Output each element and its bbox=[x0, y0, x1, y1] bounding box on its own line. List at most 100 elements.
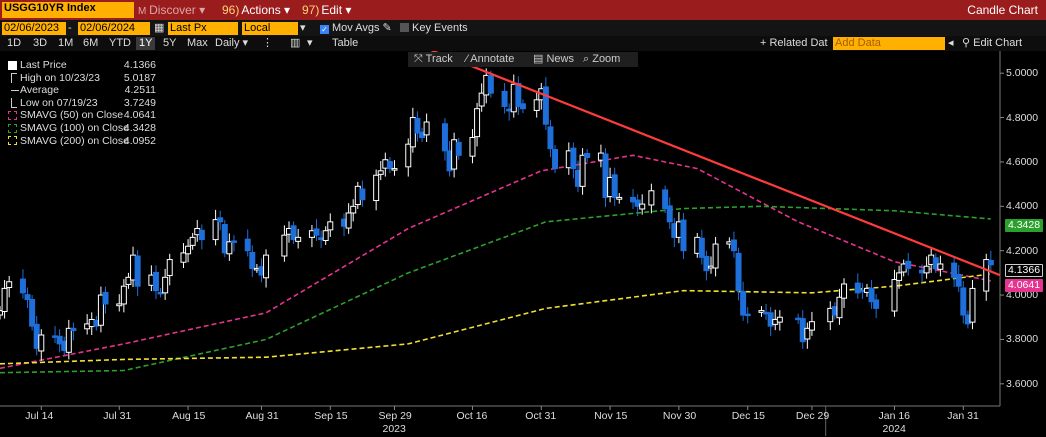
candle-body bbox=[891, 279, 898, 312]
edit-button[interactable]: 97) Edit ▾ bbox=[302, 2, 351, 18]
range-button-5y[interactable]: 5Y bbox=[163, 37, 176, 50]
candle-body bbox=[648, 190, 655, 206]
ticker-field[interactable]: USGG10YR Index bbox=[2, 2, 134, 18]
range-button-1m[interactable]: 1M bbox=[58, 37, 73, 50]
moving-average-line bbox=[0, 154, 991, 370]
calendar-icon[interactable]: ▦ bbox=[154, 22, 164, 35]
key-events-label: Key Events bbox=[412, 22, 468, 34]
candle-body bbox=[937, 263, 944, 270]
candle-body bbox=[230, 240, 237, 243]
candle-body bbox=[19, 278, 26, 294]
related-data-button[interactable]: + Related Dat bbox=[760, 37, 828, 50]
actions-number: 96) bbox=[222, 3, 240, 17]
chevron-down-icon: ▾ bbox=[239, 37, 249, 49]
candle-body bbox=[65, 327, 72, 353]
range-button-6m[interactable]: 6M bbox=[83, 37, 98, 50]
y-tick-label: 3.8000 bbox=[1006, 333, 1039, 346]
period-select[interactable]: Daily ▾ bbox=[215, 37, 248, 50]
table-button[interactable]: Table bbox=[332, 37, 358, 50]
dashed-square-icon bbox=[8, 110, 17, 120]
x-tick-label: Dec 15 bbox=[731, 410, 765, 422]
discover-button[interactable]: M Discover ▾ bbox=[138, 2, 205, 18]
dashed-square-icon bbox=[8, 136, 17, 146]
chevron-down-icon: ▾ bbox=[195, 3, 206, 17]
x-tick-label: Nov 15 bbox=[594, 410, 628, 422]
range-button-1d[interactable]: 1D bbox=[7, 37, 21, 50]
legend-value: 4.2511 bbox=[124, 84, 156, 97]
add-data-input[interactable]: Add Data bbox=[833, 37, 945, 50]
candle-body bbox=[616, 196, 623, 200]
candle-body bbox=[740, 291, 747, 316]
chart-icon[interactable]: ▥ bbox=[290, 37, 300, 50]
chevron-down-icon: ▾ bbox=[342, 3, 352, 17]
news-tool[interactable]: ▤ News bbox=[533, 53, 574, 66]
candle-body bbox=[313, 228, 320, 236]
candle-body bbox=[703, 255, 710, 272]
candle-body bbox=[474, 108, 481, 138]
actions-button[interactable]: 96) Actions ▾ bbox=[222, 2, 290, 18]
x-tick-label: Jan 31 bbox=[947, 410, 979, 422]
high-marker-icon bbox=[11, 73, 17, 84]
date-separator: - bbox=[68, 22, 72, 34]
legend-value: 4.0952 bbox=[123, 134, 156, 147]
arrow-down-icon[interactable]: ▾ bbox=[307, 37, 313, 50]
settings-icon[interactable]: ⋮ bbox=[262, 37, 273, 50]
zoom-tool[interactable]: ⌕ Zoom bbox=[583, 53, 620, 66]
end-date-field[interactable]: 02/06/2024 bbox=[78, 22, 150, 35]
range-button-1y[interactable]: 1Y bbox=[136, 37, 156, 50]
candle-body bbox=[666, 205, 673, 223]
x-tick-label: Oct 31 bbox=[525, 410, 557, 422]
range-button-ytd[interactable]: YTD bbox=[109, 37, 131, 50]
legend-label: High on 10/23/23 bbox=[20, 71, 100, 84]
candle-body bbox=[955, 274, 962, 287]
legend-label: Average bbox=[20, 84, 59, 97]
actions-label: Actions bbox=[241, 3, 281, 17]
mov-avgs-toggle[interactable]: ✓ Mov Avgs ✎ bbox=[320, 22, 392, 35]
candle-body bbox=[38, 334, 45, 352]
candle-body bbox=[515, 82, 522, 107]
x-tick-label: Jul 14 bbox=[25, 410, 54, 422]
candle-body bbox=[345, 212, 352, 229]
candle-body bbox=[735, 252, 742, 292]
edit-chart-icon: ⚲ bbox=[962, 37, 974, 49]
news-icon: ▤ bbox=[533, 53, 547, 65]
edit-chart-button[interactable]: ⚲ Edit Chart bbox=[962, 37, 1022, 50]
edit-chart-label: Edit Chart bbox=[973, 37, 1023, 49]
candle-body bbox=[547, 126, 554, 150]
candle-body bbox=[166, 259, 173, 277]
candle-body bbox=[134, 255, 141, 287]
candle-body bbox=[960, 287, 967, 316]
currency-arrow-icon[interactable]: ▾ bbox=[300, 22, 306, 35]
zoom-label: Zoom bbox=[592, 53, 621, 65]
legend-value: 3.7249 bbox=[123, 96, 156, 109]
candle-body bbox=[836, 296, 843, 319]
candle-body bbox=[244, 238, 251, 252]
candle-body bbox=[730, 239, 737, 252]
candle-body bbox=[680, 219, 687, 252]
candle-body bbox=[579, 154, 586, 187]
candle-body bbox=[584, 153, 591, 158]
y-tick-label: 3.6000 bbox=[1006, 377, 1039, 390]
candle-body bbox=[611, 174, 618, 198]
price-field-select[interactable]: Last Px bbox=[168, 22, 238, 35]
track-tool[interactable]: ⤧ Track bbox=[414, 53, 453, 66]
chevron-down-icon: ▾ bbox=[280, 3, 291, 17]
candle-body bbox=[102, 291, 109, 305]
x-tick-label: Aug 31 bbox=[245, 410, 279, 422]
legend-value: 5.0187 bbox=[123, 71, 156, 84]
candle-body bbox=[744, 313, 751, 317]
candle-body bbox=[533, 99, 540, 111]
news-label: News bbox=[546, 53, 574, 65]
start-date-field[interactable]: 02/06/2023 bbox=[2, 22, 66, 35]
candle-body bbox=[377, 170, 384, 175]
annotate-tool[interactable]: ⁄ Annotate bbox=[466, 53, 514, 66]
range-button-max[interactable]: Max bbox=[187, 37, 208, 50]
collapse-icon[interactable]: ◂ bbox=[948, 37, 954, 50]
candle-body bbox=[455, 141, 462, 156]
key-events-toggle[interactable]: Key Events bbox=[400, 22, 468, 35]
currency-select[interactable]: Local CCY bbox=[242, 22, 298, 47]
mov-avgs-label: Mov Avgs bbox=[332, 22, 380, 34]
range-button-3d[interactable]: 3D bbox=[33, 37, 47, 50]
x-year-label: 2023 bbox=[382, 423, 406, 435]
y-tick-label: 4.8000 bbox=[1006, 111, 1039, 124]
